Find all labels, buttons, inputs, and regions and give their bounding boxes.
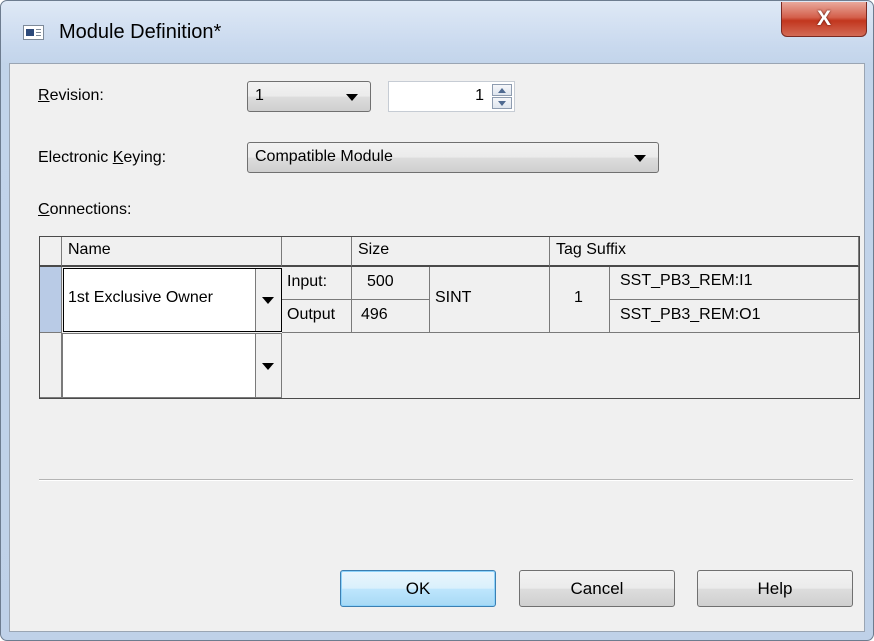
arrow-up-icon (498, 88, 506, 93)
input-size[interactable]: 500 (352, 267, 430, 300)
arrow-down-icon (498, 101, 506, 106)
revision-label-text: evision: (49, 87, 104, 104)
window-title: Module Definition* (59, 21, 222, 43)
dialog-body: Revision: 1 1 Electronic Keying: Compati… (9, 63, 865, 632)
connection-count: 1 (550, 267, 610, 333)
title-bar[interactable]: Module Definition* X (1, 1, 873, 63)
spin-down-button[interactable] (492, 97, 512, 109)
close-icon: X (816, 7, 831, 30)
revision-major-value: 1 (255, 87, 264, 104)
electronic-keying-select[interactable]: Compatible Module (247, 142, 659, 173)
output-label: Output (282, 300, 352, 333)
connection-name-dropdown-button[interactable] (255, 334, 281, 397)
input-tag: SST_PB3_REM:I1 (610, 267, 859, 300)
connection-name-dropdown-button[interactable] (255, 269, 281, 331)
ok-button[interactable]: OK (340, 570, 496, 607)
connections-grid: Name Size Tag Suffix 1st Exclusive Owner… (39, 236, 860, 399)
connection-name-value: 1st Exclusive Owner (68, 289, 213, 306)
revision-label: Revision: (38, 87, 104, 104)
output-tag: SST_PB3_REM:O1 (610, 300, 859, 333)
connections-label: Connections: (38, 201, 132, 218)
column-header-size[interactable]: Size (352, 237, 550, 267)
keying-label: Electronic Keying: (38, 149, 167, 166)
cancel-button[interactable]: Cancel (519, 570, 675, 607)
chevron-down-icon (346, 94, 358, 101)
close-button[interactable]: X (781, 2, 867, 37)
row-selector[interactable] (40, 267, 62, 333)
revision-major-select[interactable]: 1 (247, 81, 371, 112)
column-header-tag-suffix[interactable]: Tag Suffix (550, 237, 859, 267)
data-type: SINT (430, 267, 550, 333)
input-label: Input: (282, 267, 352, 300)
revision-minor-spinner[interactable]: 1 (388, 81, 515, 112)
help-button[interactable]: Help (697, 570, 853, 607)
chevron-down-icon (634, 155, 646, 162)
output-size[interactable]: 496 (352, 300, 430, 333)
chevron-down-icon (262, 362, 274, 370)
column-header-name[interactable]: Name (62, 237, 282, 267)
chevron-down-icon (262, 297, 274, 304)
connection-name-select[interactable]: 1st Exclusive Owner (63, 268, 282, 332)
separator (39, 479, 853, 481)
column-header-io (282, 237, 352, 267)
connection-name-select[interactable] (62, 333, 282, 398)
module-icon (23, 25, 44, 40)
revision-minor-value: 1 (475, 87, 484, 104)
dialog-window: Module Definition* X Revision: 1 1 Elect… (0, 0, 874, 641)
spin-up-button[interactable] (492, 84, 512, 96)
row-selector[interactable] (40, 333, 62, 398)
row-header-corner (40, 237, 62, 267)
keying-value: Compatible Module (255, 148, 393, 165)
